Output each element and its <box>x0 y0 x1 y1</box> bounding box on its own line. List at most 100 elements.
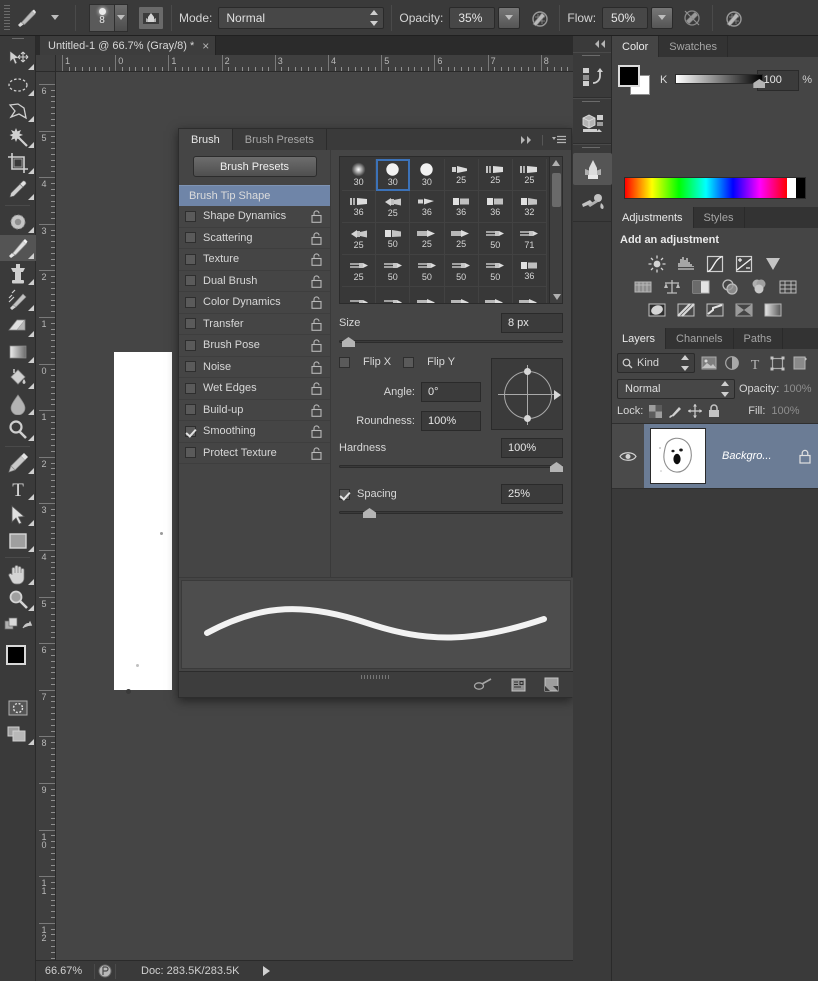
layer-blend-mode-select[interactable]: Normal <box>617 379 735 399</box>
brush-tip-cell[interactable]: 71 <box>512 223 547 255</box>
brush-option-checkbox[interactable] <box>185 404 196 416</box>
brush-presets-button[interactable]: Brush Presets <box>192 156 317 177</box>
dial-handle-bottom[interactable] <box>524 415 531 422</box>
airbrush-toggle-button[interactable] <box>679 5 705 31</box>
brush-option-checkbox[interactable] <box>185 318 196 330</box>
lock-icon[interactable] <box>311 253 322 266</box>
lock-icon[interactable] <box>311 403 322 417</box>
artboard[interactable] <box>114 352 172 694</box>
tab-styles[interactable]: Styles <box>694 207 745 228</box>
tool-crop[interactable] <box>0 150 36 176</box>
brush-size-picker[interactable]: 8 <box>89 3 128 32</box>
brush-option-checkbox[interactable] <box>185 210 196 222</box>
brush-tip-cell[interactable]: 25 <box>444 223 479 255</box>
tab-brush-presets[interactable]: Brush Presets <box>232 129 327 150</box>
hue-saturation-icon[interactable] <box>633 278 653 296</box>
tool-pen[interactable] <box>0 450 36 476</box>
lock-icon[interactable] <box>311 296 322 309</box>
hardness-input[interactable]: 100% <box>501 438 563 458</box>
brush-tip-cell[interactable]: 36 <box>410 191 445 223</box>
layer-kind-select[interactable]: Kind <box>617 353 695 373</box>
channel-k-slider[interactable] <box>675 74 766 88</box>
tool-eyedropper[interactable] <box>0 176 36 202</box>
spectrum-white[interactable] <box>787 178 796 198</box>
color-balance-icon[interactable] <box>662 278 682 296</box>
tool-horizontal-type[interactable]: T <box>0 476 36 502</box>
lock-icon[interactable] <box>311 360 322 374</box>
tool-lasso[interactable] <box>0 98 36 124</box>
brush-size-preview[interactable]: 8 <box>89 3 115 32</box>
tab-brush[interactable]: Brush <box>179 129 233 150</box>
roundness-input[interactable]: 100% <box>421 411 481 431</box>
pressure-opacity-toggle[interactable] <box>526 5 552 31</box>
tab-layers[interactable]: Layers <box>612 328 667 349</box>
brush-tip-cell[interactable]: 50 <box>444 255 479 287</box>
brush-tip-grid[interactable]: 30 30 30 25 25 25 36 25 36 36 36 32 25 50 25 25 50 71 25 50… <box>340 157 549 303</box>
gradient-map-icon[interactable] <box>763 301 783 319</box>
scrollbar-thumb[interactable] <box>552 173 561 207</box>
exposure-icon[interactable] <box>734 255 754 273</box>
tab-swatches[interactable]: Swatches <box>659 36 728 57</box>
brush-tip-cell[interactable]: 30 <box>342 159 377 191</box>
tool-eraser[interactable] <box>0 313 36 339</box>
document-tab[interactable]: Untitled-1 @ 66.7% (Gray/8) * × <box>40 36 217 55</box>
tool-brush[interactable] <box>0 235 36 261</box>
brush-option-brush-pose[interactable]: Brush Pose <box>179 335 330 357</box>
brush-tip-cell[interactable]: 36 <box>444 191 479 223</box>
brush-tip-cell[interactable]: 30 <box>410 159 445 191</box>
lock-icon[interactable] <box>311 425 322 438</box>
brush-tip-cell[interactable] <box>410 287 445 303</box>
brush-option-checkbox[interactable] <box>185 447 196 459</box>
filter-image-icon[interactable] <box>699 354 718 373</box>
filter-type-icon[interactable]: T <box>745 354 764 373</box>
close-icon[interactable]: × <box>202 40 209 52</box>
dock-collapse-button[interactable] <box>573 36 611 52</box>
brush-option-checkbox[interactable] <box>185 361 196 373</box>
double-chevron-right-icon[interactable] <box>520 135 534 145</box>
brush-option-noise[interactable]: Noise <box>179 357 330 378</box>
brush-tip-shape-item[interactable]: Brush Tip Shape <box>179 185 330 206</box>
tool-spot-healing-brush[interactable] <box>0 209 36 235</box>
curves-icon[interactable] <box>705 255 725 273</box>
flip-x-checkbox[interactable] <box>339 356 350 368</box>
delete-brush-icon[interactable] <box>544 677 559 692</box>
brush-option-texture[interactable]: Texture <box>179 249 330 271</box>
size-input[interactable]: 8 px <box>501 313 563 333</box>
spacing-slider[interactable] <box>339 508 563 518</box>
brush-tip-cell[interactable]: 50 <box>376 255 411 287</box>
brush-tip-cell[interactable]: 25 <box>376 191 411 223</box>
brush-tip-cell[interactable]: 30 <box>376 159 411 191</box>
edit-toolbar-button[interactable] <box>0 613 36 637</box>
tool-move[interactable] <box>0 46 36 72</box>
tab-adjustments[interactable]: Adjustments <box>612 207 694 228</box>
brush-tip-cell[interactable]: 25 <box>342 223 377 255</box>
tab-channels[interactable]: Channels <box>666 328 734 349</box>
brush-panel-toggle-button[interactable] <box>138 5 164 30</box>
filter-adjustment-icon[interactable] <box>722 354 741 373</box>
spacing-input[interactable]: 25% <box>501 484 563 504</box>
foreground-color-swatch[interactable] <box>618 65 640 87</box>
brush-option-wet-edges[interactable]: Wet Edges <box>179 378 330 400</box>
slider-thumb[interactable] <box>363 508 376 518</box>
brush-tip-scrollbar[interactable] <box>549 157 562 303</box>
3d-icon[interactable] <box>573 107 612 139</box>
flow-slider-dropdown[interactable] <box>651 6 674 29</box>
slider-thumb[interactable] <box>550 462 563 472</box>
lock-icon[interactable] <box>311 274 322 288</box>
brush-tip-cell[interactable]: 50 <box>376 223 411 255</box>
layer-opacity-value[interactable]: 100% <box>783 383 811 395</box>
screen-mode-button[interactable] <box>0 721 36 747</box>
brush-tip-cell[interactable]: 36 <box>478 191 513 223</box>
tool-zoom[interactable] <box>0 587 36 613</box>
spacing-checkbox[interactable] <box>339 488 350 500</box>
hardness-slider[interactable] <box>339 462 563 472</box>
brush-option-checkbox[interactable] <box>185 232 196 244</box>
brush-tip-cell[interactable]: 36 <box>342 191 377 223</box>
brush-tip-cell[interactable] <box>376 287 411 303</box>
brush-option-smoothing[interactable]: Smoothing <box>179 421 330 443</box>
filter-smart-icon[interactable] <box>791 354 810 373</box>
scroll-down-icon[interactable] <box>550 291 563 303</box>
opacity-input[interactable]: 35% <box>449 6 496 29</box>
brightness-contrast-icon[interactable] <box>647 255 667 273</box>
zoom-level[interactable]: 66.67% <box>36 965 91 977</box>
